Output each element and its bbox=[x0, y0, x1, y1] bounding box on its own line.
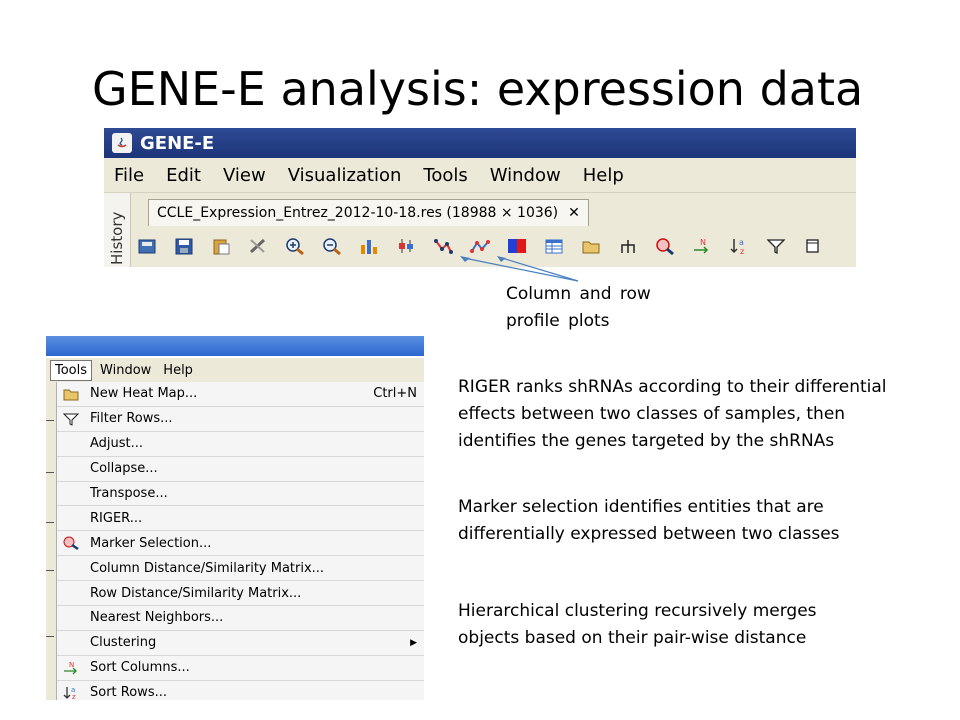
sort-rows-icon[interactable]: az bbox=[726, 234, 752, 258]
menu-window[interactable]: Window bbox=[96, 361, 155, 380]
tools-icon[interactable] bbox=[245, 234, 271, 258]
filter-icon[interactable] bbox=[763, 234, 789, 258]
menu-item-row-distance-matrix[interactable]: Row Distance/Similarity Matrix... bbox=[57, 581, 424, 607]
sort-columns-icon: N bbox=[61, 659, 81, 677]
save-icon[interactable] bbox=[171, 234, 197, 258]
menu-item-label: Row Distance/Similarity Matrix... bbox=[90, 585, 302, 601]
menu-item-sort-rows[interactable]: az Sort Rows... bbox=[57, 681, 424, 700]
annotation-line-1: Column and row bbox=[506, 284, 651, 304]
filter-icon bbox=[61, 410, 81, 428]
box-plot-icon[interactable] bbox=[393, 234, 419, 258]
app-window: GENE-E File Edit View Visualization Tool… bbox=[104, 128, 856, 267]
paste-icon[interactable] bbox=[208, 234, 234, 258]
marker-selection-icon[interactable] bbox=[652, 234, 678, 258]
svg-text:N: N bbox=[700, 238, 706, 247]
zoom-out-icon[interactable] bbox=[319, 234, 345, 258]
riger-description-line: RIGER ranks shRNAs according to their di… bbox=[458, 377, 887, 397]
submenu-arrow-icon: ▶ bbox=[410, 637, 417, 648]
svg-text:a: a bbox=[739, 238, 744, 247]
background-window-edge bbox=[46, 382, 56, 700]
menu-item-riger[interactable]: RIGER... bbox=[57, 506, 424, 532]
app-menubar: File Edit View Visualization Tools Windo… bbox=[104, 158, 856, 193]
menu-item-shortcut: Ctrl+N bbox=[373, 386, 417, 402]
menu-item-transpose[interactable]: Transpose... bbox=[57, 482, 424, 507]
history-label: History bbox=[108, 211, 126, 265]
tools-dropdown-menu: New Heat Map... Ctrl+N Filter Rows... Ad… bbox=[56, 382, 424, 700]
arrowhead-column-profile bbox=[460, 256, 470, 262]
menu-view[interactable]: View bbox=[223, 165, 266, 186]
clustering-description: Hierarchical clustering recursively merg… bbox=[458, 598, 817, 652]
tools-menubar: Tools Window Help bbox=[46, 358, 424, 382]
menu-item-label: Filter Rows... bbox=[90, 411, 173, 427]
menu-item-new-heat-map[interactable]: New Heat Map... Ctrl+N bbox=[57, 382, 424, 407]
menu-item-clustering[interactable]: Clustering ▶ bbox=[57, 631, 424, 656]
folder-icon bbox=[61, 385, 81, 403]
window-icon[interactable] bbox=[800, 234, 826, 258]
svg-text:z: z bbox=[740, 247, 744, 255]
menu-item-label: Transpose... bbox=[90, 486, 168, 501]
menu-item-label: Column Distance/Similarity Matrix... bbox=[90, 560, 325, 576]
java-logo-icon bbox=[112, 133, 132, 153]
document-tab[interactable]: CCLE_Expression_Entrez_2012-10-18.res (1… bbox=[148, 199, 589, 226]
riger-description-line: identifies the genes targeted by the shR… bbox=[458, 431, 835, 451]
arrow-to-column-profile bbox=[463, 257, 579, 282]
menu-tools[interactable]: Tools bbox=[50, 359, 93, 381]
menu-item-label: Nearest Neighbors... bbox=[90, 610, 224, 626]
menu-item-sort-columns[interactable]: N Sort Columns... bbox=[57, 656, 424, 681]
sort-rows-icon: az bbox=[61, 684, 81, 700]
menu-item-nearest-neighbors[interactable]: Nearest Neighbors... bbox=[57, 606, 424, 631]
menu-item-marker-selection[interactable]: Marker Selection... bbox=[57, 531, 424, 557]
bar-chart-icon[interactable] bbox=[356, 234, 382, 258]
menu-visualization[interactable]: Visualization bbox=[288, 165, 402, 186]
riger-description: RIGER ranks shRNAs according to their di… bbox=[458, 374, 887, 455]
menu-window[interactable]: Window bbox=[490, 165, 561, 186]
menu-item-label: New Heat Map... bbox=[90, 386, 198, 402]
menu-help[interactable]: Help bbox=[583, 165, 624, 186]
annotation-label: Column and row profile plots bbox=[506, 281, 651, 335]
menu-item-collapse[interactable]: Collapse... bbox=[57, 457, 424, 482]
document-tab-label: CCLE_Expression_Entrez_2012-10-18.res (1… bbox=[157, 205, 559, 221]
history-panel-tab[interactable]: History bbox=[104, 193, 131, 267]
clustering-description-line: Hierarchical clustering recursively merg… bbox=[458, 601, 817, 621]
marker-selection-icon bbox=[61, 534, 81, 552]
arrowhead-row-profile bbox=[497, 256, 506, 262]
riger-description-line: effects between two classes of samples, … bbox=[458, 404, 846, 424]
menu-item-label: Adjust... bbox=[90, 436, 144, 452]
menu-item-label: Clustering bbox=[90, 635, 157, 651]
app-title: GENE-E bbox=[140, 132, 215, 154]
menu-file[interactable]: File bbox=[114, 165, 144, 186]
menu-item-label: Sort Rows... bbox=[90, 685, 167, 700]
clustering-description-line: objects based on their pair-wise distanc… bbox=[458, 628, 807, 648]
tools-menu-screenshot: Tools Window Help New Heat Map... Ctrl+N… bbox=[46, 336, 424, 700]
menu-help[interactable]: Help bbox=[159, 361, 197, 380]
menu-item-label: Sort Columns... bbox=[90, 660, 190, 676]
marker-description-line: differentially expressed between two cla… bbox=[458, 524, 840, 544]
sort-columns-icon[interactable]: N bbox=[689, 234, 715, 258]
menu-item-column-distance-matrix[interactable]: Column Distance/Similarity Matrix... bbox=[57, 556, 424, 582]
menu-item-filter-rows[interactable]: Filter Rows... bbox=[57, 407, 424, 432]
close-icon[interactable]: ✕ bbox=[568, 205, 580, 221]
marker-selection-description: Marker selection identifies entities tha… bbox=[458, 494, 840, 548]
arrow-to-row-profile bbox=[501, 257, 579, 282]
menu-item-label: RIGER... bbox=[90, 510, 143, 526]
marker-description-line: Marker selection identifies entities tha… bbox=[458, 497, 824, 517]
zoom-in-icon[interactable] bbox=[282, 234, 308, 258]
menu-tools[interactable]: Tools bbox=[423, 165, 467, 186]
open-icon[interactable] bbox=[134, 234, 160, 258]
svg-text:z: z bbox=[72, 693, 76, 700]
menu-item-adjust[interactable]: Adjust... bbox=[57, 432, 424, 457]
menu-item-label: Marker Selection... bbox=[90, 535, 212, 551]
app-titlebar: GENE-E bbox=[104, 128, 856, 158]
slide-title: GENE-E analysis: expression data bbox=[92, 62, 864, 116]
tree-icon[interactable] bbox=[615, 234, 641, 258]
menu-item-label: Collapse... bbox=[90, 461, 158, 477]
menu-edit[interactable]: Edit bbox=[166, 165, 201, 186]
tools-window-titlebar bbox=[46, 336, 424, 356]
annotation-line-2: profile plots bbox=[506, 311, 610, 331]
